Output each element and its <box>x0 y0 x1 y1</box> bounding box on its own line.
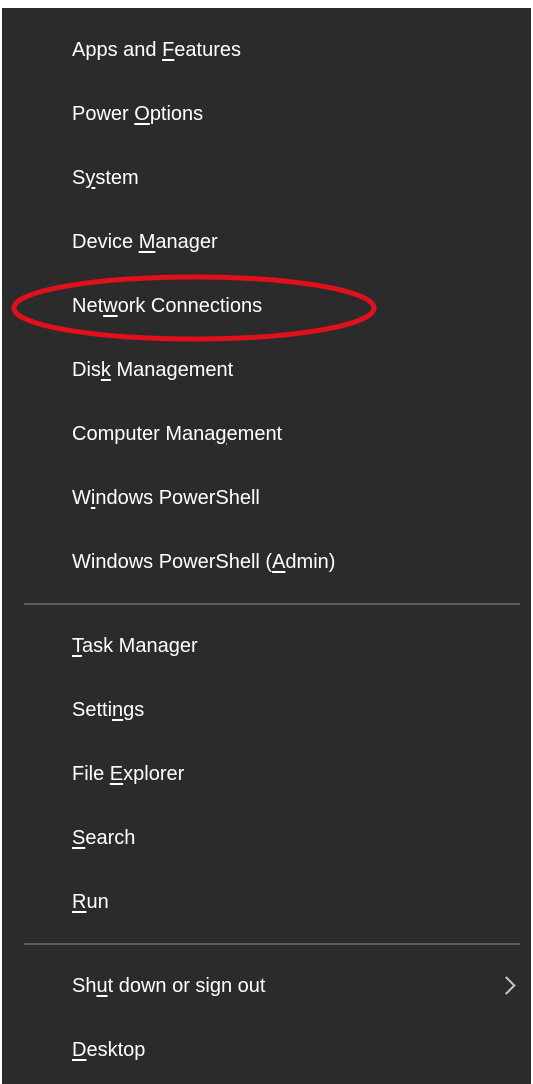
menu-item-search[interactable]: Search <box>2 806 531 870</box>
menu-item-device-manager[interactable]: Device Manager <box>2 210 531 274</box>
access-key: u <box>96 974 108 997</box>
label-text-after: ork Connections <box>117 294 263 317</box>
label-text-after: ndows PowerShell <box>95 486 260 509</box>
menu-item-label: Search <box>72 827 135 850</box>
label-text-after: ement <box>226 422 283 445</box>
label-text-after: Management <box>110 358 234 381</box>
menu-item-label: Disk Management <box>72 359 233 382</box>
label-text-after: dmin) <box>285 550 336 573</box>
menu-item-shut-down-or-sign-out[interactable]: Shut down or sign out <box>2 954 531 1018</box>
label-text-after: esktop <box>86 1038 146 1061</box>
menu-item-label: Task Manager <box>72 635 198 658</box>
label-text-after: gs <box>123 698 145 721</box>
menu-separator <box>24 603 520 605</box>
access-key: k <box>100 358 111 381</box>
access-key: A <box>272 550 286 573</box>
label-text-before: File <box>72 762 110 785</box>
access-key: T <box>72 634 82 657</box>
label-text-after: earch <box>85 826 136 849</box>
menu-item-label: Network Connections <box>72 295 262 318</box>
label-text-after: eatures <box>174 38 242 61</box>
menu-item-label: Desktop <box>72 1039 145 1062</box>
access-key: R <box>72 890 87 913</box>
menu-item-label: Device Manager <box>72 231 218 254</box>
menu-item-task-manager[interactable]: Task Manager <box>2 614 531 678</box>
power-user-context-menu: Apps and Features Power Options System Devi… <box>0 0 533 1084</box>
label-text-after: t down or sign out <box>107 974 266 997</box>
label-text-before: W <box>72 486 91 509</box>
menu-item-disk-management[interactable]: Disk Management <box>2 338 531 402</box>
access-key: y <box>85 166 96 189</box>
menu-item-label: Windows PowerShell (Admin) <box>72 551 335 574</box>
menu-item-label: File Explorer <box>72 763 184 786</box>
access-key: M <box>138 230 156 253</box>
menu-item-label: Run <box>72 891 109 914</box>
menu-item-power-options[interactable]: Power Options <box>2 82 531 146</box>
menu-item-label: Shut down or sign out <box>72 975 265 998</box>
menu-panel: Apps and Features Power Options System Devi… <box>2 8 531 1084</box>
menu-item-label: Windows PowerShell <box>72 487 260 510</box>
label-text-before: Windows PowerShell ( <box>72 550 273 573</box>
menu-item-apps-and-features[interactable]: Apps and Features <box>2 18 531 82</box>
menu-item-desktop[interactable]: Desktop <box>2 1018 531 1082</box>
access-key: F <box>162 38 175 61</box>
label-text-after: un <box>86 890 109 913</box>
label-text-after: ask Manager <box>82 634 198 657</box>
menu-item-run[interactable]: Run <box>2 870 531 934</box>
label-text-after: ptions <box>149 102 204 125</box>
label-text-after: stem <box>95 166 139 189</box>
access-key: D <box>72 1038 87 1061</box>
access-key: g <box>215 422 227 445</box>
label-text-before: Power <box>72 102 135 125</box>
label-text-before: Computer Mana <box>72 422 216 445</box>
label-text-before: Setti <box>72 698 113 721</box>
label-text-before: Net <box>72 294 104 317</box>
menu-separator <box>24 943 520 945</box>
menu-item-label: Apps and Features <box>72 39 241 62</box>
menu-item-label: Settings <box>72 699 144 722</box>
label-text-before: Dis <box>72 358 101 381</box>
label-text-after: xplorer <box>123 762 185 785</box>
label-text-before: Device <box>72 230 139 253</box>
label-text-before: Sh <box>72 974 97 997</box>
menu-item-label: System <box>72 167 139 190</box>
access-key: n <box>112 698 124 721</box>
label-text-before: S <box>72 166 86 189</box>
menu-item-label: Power Options <box>72 103 203 126</box>
menu-item-network-connections[interactable]: Network Connections <box>2 274 531 338</box>
access-key: S <box>72 826 86 849</box>
access-key: w <box>103 294 118 317</box>
menu-item-computer-management[interactable]: Computer Management <box>2 402 531 466</box>
access-key: E <box>109 762 124 785</box>
menu-item-label: Computer Management <box>72 423 282 446</box>
label-text-after: anager <box>155 230 218 253</box>
menu-item-settings[interactable]: Settings <box>2 678 531 742</box>
menu-item-file-explorer[interactable]: File Explorer <box>2 742 531 806</box>
menu-item-system[interactable]: System <box>2 146 531 210</box>
label-text-before: Apps and <box>72 38 163 61</box>
menu-item-windows-powershell-admin[interactable]: Windows PowerShell (Admin) <box>2 530 531 594</box>
access-key: O <box>134 102 150 125</box>
chevron-right-icon <box>497 976 516 995</box>
menu-item-windows-powershell[interactable]: Windows PowerShell <box>2 466 531 530</box>
